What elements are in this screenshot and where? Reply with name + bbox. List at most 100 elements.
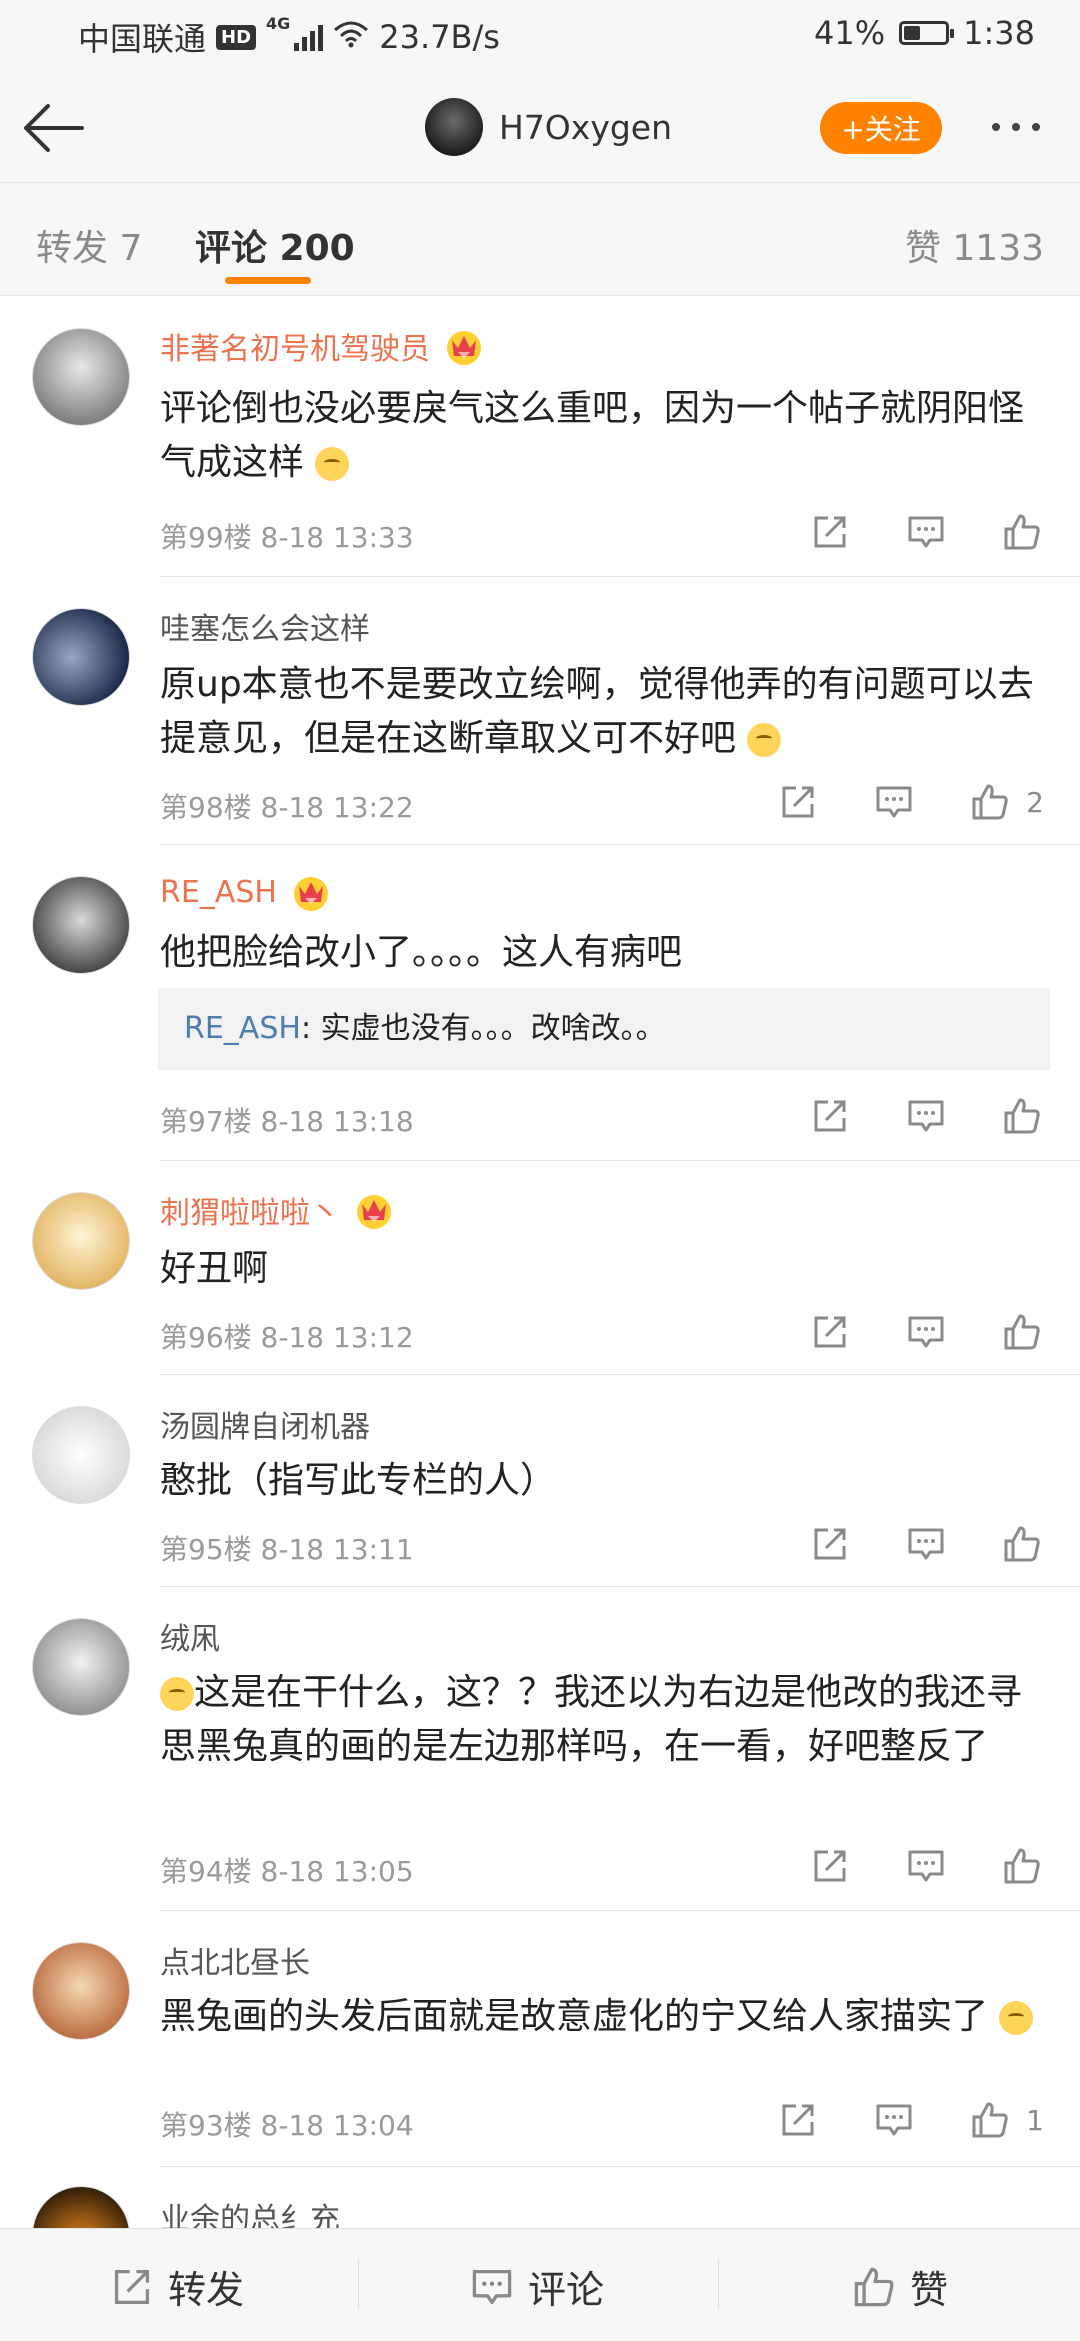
like-label: 赞: [910, 2268, 949, 2312]
avatar[interactable]: [32, 328, 130, 426]
share-icon: [810, 1524, 850, 1564]
like-button[interactable]: [1000, 1094, 1044, 1138]
share-icon: [810, 1096, 850, 1136]
share-icon: [778, 782, 818, 822]
share-button[interactable]: [808, 1310, 852, 1354]
reply-button[interactable]: [904, 1094, 948, 1138]
share-button[interactable]: [776, 780, 820, 824]
comment-button[interactable]: 评论: [470, 2259, 604, 2314]
comment-meta: 第99楼 8-18 13:33: [160, 521, 414, 554]
share-button[interactable]: [808, 1094, 852, 1138]
share-icon: [810, 1846, 850, 1886]
avatar[interactable]: [32, 608, 130, 706]
reply-button[interactable]: [904, 1844, 948, 1888]
like-button[interactable]: [1000, 1310, 1044, 1354]
tab-repost[interactable]: 转发 7: [36, 219, 142, 271]
comment-item[interactable]: 哇塞怎么会这样 原up本意也不是要改立绘啊，觉得他弄的有问题可以去提意见，但是在…: [0, 578, 1080, 846]
more-menu-button[interactable]: [992, 112, 1052, 142]
comment-actions: 1: [724, 2098, 1044, 2142]
share-button[interactable]: [808, 1522, 852, 1566]
post-author[interactable]: H7Oxygen: [425, 98, 672, 156]
back-button[interactable]: [20, 98, 90, 158]
like-button[interactable]: [1000, 1844, 1044, 1888]
reply-author[interactable]: RE_ASH: [184, 1011, 301, 1046]
comment-label: 评论: [528, 2268, 605, 2312]
tab-comment[interactable]: 评论 200: [195, 219, 355, 271]
comment-text: 这是在干什么，这？？我还以为右边是他改的我还寻思黑兔真的画的是左边那样吗，在一看…: [160, 1672, 1023, 1767]
comment-item[interactable]: RE_ASH 他把脸给改小了。。。。这人有病吧 RE_ASH: 实虚也没有。。。…: [0, 846, 1080, 1162]
avatar[interactable]: [32, 1942, 130, 2040]
share-icon: [778, 2100, 818, 2140]
share-button[interactable]: [776, 2098, 820, 2142]
share-icon: [810, 512, 850, 552]
comment-actions: [756, 1310, 1044, 1354]
repost-button[interactable]: 转发: [110, 2259, 244, 2314]
like-button[interactable]: [1000, 1522, 1044, 1566]
reply-button[interactable]: [904, 1522, 948, 1566]
comment-icon: [906, 1096, 946, 1136]
repost-label: 转发: [168, 2268, 245, 2312]
divider: [160, 1910, 1080, 1911]
divider: [160, 1374, 1080, 1375]
like-count: 2: [1026, 785, 1044, 819]
thumbs-up-icon: [1002, 512, 1042, 552]
comment-icon: [906, 1312, 946, 1352]
author-name[interactable]: H7Oxygen: [499, 108, 672, 147]
comment-item[interactable]: 绒凩 这是在干什么，这？？我还以为右边是他改的我还寻思黑兔真的画的是左边那样吗，…: [0, 1588, 1080, 1912]
avatar[interactable]: [32, 1406, 130, 1504]
like-button[interactable]: [968, 780, 1012, 824]
wifi-icon: [333, 18, 369, 56]
comment-meta: 第94楼 8-18 13:05: [160, 1855, 414, 1888]
comment-text: 原up本意也不是要改立绘啊，觉得他弄的有问题可以去提意见，但是在这断章取义可不好…: [160, 664, 1034, 759]
like-button[interactable]: 赞: [852, 2259, 948, 2314]
comment-text: 好丑啊: [160, 1248, 269, 1289]
emoji-icon: [160, 1677, 194, 1711]
comment-author[interactable]: 点北北昼长: [160, 1938, 310, 1982]
carrier-label: 中国联通: [78, 20, 207, 58]
battery-fill: [904, 26, 921, 40]
share-button[interactable]: [808, 510, 852, 554]
nested-reply[interactable]: RE_ASH: 实虚也没有。。。改啥改。。: [158, 988, 1050, 1070]
vip-crown-icon: [291, 872, 331, 912]
tab-likes[interactable]: 赞 1133: [905, 219, 1044, 271]
thumbs-up-icon: [1002, 1524, 1042, 1564]
comment-icon: [874, 782, 914, 822]
reply-button[interactable]: [872, 780, 916, 824]
divider: [718, 2259, 719, 2309]
avatar[interactable]: [32, 1618, 130, 1716]
follow-button[interactable]: +关注: [820, 102, 942, 154]
comment-author[interactable]: 刺猬啦啦啦丶: [160, 1188, 394, 1232]
comment-actions: [756, 510, 1044, 554]
comment-item[interactable]: 点北北昼长 黑兔画的头发后面就是故意虚化的宁又给人家描实了 第93楼 8-18 …: [0, 1912, 1080, 2168]
battery-icon: [899, 21, 955, 45]
comment-icon: [874, 2100, 914, 2140]
comment-item[interactable]: 非著名初号机驾驶员 评论倒也没必要戾气这么重吧，因为一个帖子就阴阳怪气成这样 第…: [0, 298, 1080, 578]
bottom-action-bar: 转发 评论 赞: [0, 2228, 1080, 2341]
avatar[interactable]: [32, 876, 130, 974]
comment-author[interactable]: 汤圆牌自闭机器: [160, 1402, 370, 1446]
comment-author[interactable]: 非著名初号机驾驶员: [160, 324, 484, 368]
like-button[interactable]: [968, 2098, 1012, 2142]
back-arrow-icon: [24, 104, 84, 152]
reply-button[interactable]: [904, 510, 948, 554]
reply-button[interactable]: [872, 2098, 916, 2142]
active-tab-indicator: [225, 277, 311, 284]
comment-item[interactable]: 刺猬啦啦啦丶 好丑啊 第96楼 8-18 13:12: [0, 1162, 1080, 1376]
comment-author[interactable]: RE_ASH: [160, 872, 331, 912]
battery-percent: 41%: [814, 14, 886, 52]
vip-crown-icon: [444, 326, 484, 366]
comment-author[interactable]: 哇塞怎么会这样: [160, 604, 370, 648]
divider: [160, 576, 1080, 577]
comment-icon: [906, 512, 946, 552]
avatar[interactable]: [425, 98, 483, 156]
reply-button[interactable]: [904, 1310, 948, 1354]
like-count: 1: [1026, 2103, 1044, 2137]
comment-author[interactable]: 绒凩: [160, 1614, 220, 1658]
share-button[interactable]: [808, 1844, 852, 1888]
share-icon: [110, 2265, 154, 2309]
avatar[interactable]: [32, 1192, 130, 1290]
network-type: 4G: [266, 14, 291, 33]
more-dot-icon: [992, 123, 1000, 131]
like-button[interactable]: [1000, 510, 1044, 554]
comment-item[interactable]: 汤圆牌自闭机器 憨批（指写此专栏的人） 第95楼 8-18 13:11: [0, 1376, 1080, 1588]
